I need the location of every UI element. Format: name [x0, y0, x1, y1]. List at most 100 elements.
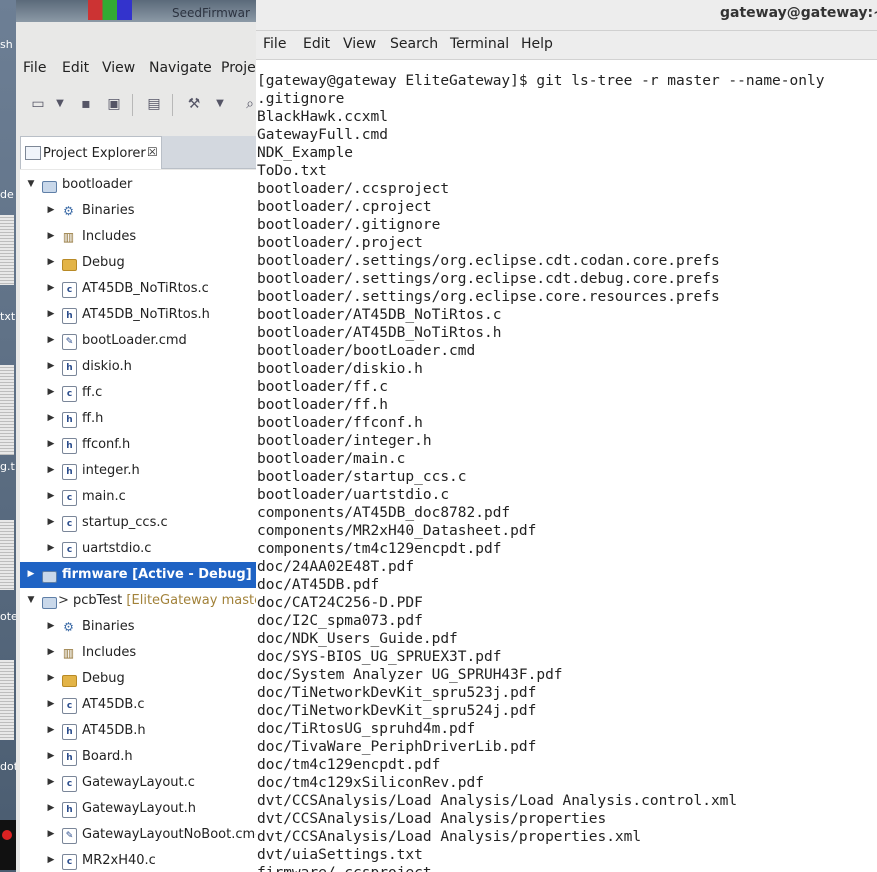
tree-item[interactable]: ▶ c uartstdio.c	[20, 536, 256, 562]
terminal-output-line: dvt/CCSAnalysis/Load Analysis/Load Analy…	[257, 793, 738, 809]
git-project-icon	[42, 597, 57, 609]
tree-item[interactable]: ▶ h AT45DB_NoTiRtos.h	[20, 302, 256, 328]
tree-item-label: Board.h	[82, 749, 133, 764]
menu-view[interactable]: View	[102, 60, 135, 76]
collapsed-arrow-icon[interactable]: ▶	[46, 465, 56, 475]
collapsed-arrow-icon[interactable]: ▶	[46, 621, 56, 631]
expanded-arrow-icon[interactable]: ▼	[26, 595, 36, 605]
tree-item[interactable]: ▶ Debug	[20, 666, 256, 692]
desktop-app-icon[interactable]	[0, 820, 16, 870]
tree-item[interactable]: ▶ h Board.h	[20, 744, 256, 770]
tree-item[interactable]: ▶ Debug	[20, 250, 256, 276]
tree-item-name: bootLoader.cmd	[82, 333, 187, 348]
tree-item[interactable]: ▶ c AT45DB.c	[20, 692, 256, 718]
tree-item[interactable]: ▶ h integer.h	[20, 458, 256, 484]
tree-item[interactable]: ▶ h ff.h	[20, 406, 256, 432]
collapsed-arrow-icon[interactable]: ▶	[46, 673, 56, 683]
collapsed-arrow-icon[interactable]: ▶	[46, 517, 56, 527]
collapsed-arrow-icon[interactable]: ▶	[46, 829, 56, 839]
tree-item-name: AT45DB.h	[82, 723, 146, 738]
menu-navigate[interactable]: Navigate	[149, 60, 212, 76]
tree-item[interactable]: ▶ ✎ GatewayLayoutNoBoot.cmd	[20, 822, 256, 848]
collapsed-arrow-icon[interactable]: ▶	[46, 257, 56, 267]
save-all-icon[interactable]: ▣	[106, 96, 122, 112]
tree-item[interactable]: ▶ h GatewayLayout.h	[20, 796, 256, 822]
menu-file[interactable]: File	[263, 36, 286, 52]
terminal-output-line: bootloader/.settings/org.eclipse.core.re…	[257, 289, 720, 305]
collapsed-arrow-icon[interactable]: ▶	[46, 855, 56, 865]
desktop-file-thumbnail[interactable]	[0, 520, 14, 590]
h-file-icon: h	[62, 308, 77, 324]
tree-item[interactable]: ▶ c main.c	[20, 484, 256, 510]
collapsed-arrow-icon[interactable]: ▶	[46, 413, 56, 423]
tree-item[interactable]: ▶ ⚙ Binaries	[20, 198, 256, 224]
collapsed-arrow-icon[interactable]: ▶	[46, 439, 56, 449]
tree-item-label: MR2xH40.c	[82, 853, 156, 868]
terminal-output-line: doc/CAT24C256-D.PDF	[257, 595, 423, 611]
chevron-down-icon[interactable]: ▼	[212, 96, 228, 112]
tree-item-label: ff.c	[82, 385, 102, 400]
menu-edit[interactable]: Edit	[62, 60, 89, 76]
tree-item[interactable]: ▶ ▥ Includes	[20, 640, 256, 666]
tree-item[interactable]: ▼ bootloader	[20, 172, 256, 198]
menu-terminal[interactable]: Terminal	[450, 36, 509, 52]
menu-search[interactable]: Search	[390, 36, 438, 52]
collapsed-arrow-icon[interactable]: ▶	[46, 231, 56, 241]
tree-item[interactable]: ▶ c ff.c	[20, 380, 256, 406]
tab-project-explorer[interactable]: Project Explorer ☒	[20, 136, 162, 169]
tree-item[interactable]: ▶ h AT45DB.h	[20, 718, 256, 744]
tree-item[interactable]: ▶ firmware [Active - Debug]	[20, 562, 256, 588]
collapsed-arrow-icon[interactable]: ▶	[46, 725, 56, 735]
collapsed-arrow-icon[interactable]: ▶	[46, 699, 56, 709]
collapsed-arrow-icon[interactable]: ▶	[46, 283, 56, 293]
h-file-icon: h	[62, 438, 77, 454]
chevron-down-icon[interactable]: ▼	[52, 96, 68, 112]
h-file-icon: h	[62, 802, 77, 818]
tree-item[interactable]: ▶ c AT45DB_NoTiRtos.c	[20, 276, 256, 302]
search-icon[interactable]: ⌕	[242, 96, 256, 112]
tree-item[interactable]: ▶ ✎ bootLoader.cmd	[20, 328, 256, 354]
collapsed-arrow-icon[interactable]: ▶	[46, 205, 56, 215]
build-hammer-icon[interactable]: ⚒	[186, 96, 202, 112]
collapsed-arrow-icon[interactable]: ▶	[46, 751, 56, 761]
tree-item[interactable]: ▼ > pcbTest [EliteGateway maste	[20, 588, 256, 614]
menu-view[interactable]: View	[343, 36, 376, 52]
tree-item[interactable]: ▶ h ffconf.h	[20, 432, 256, 458]
menu-file[interactable]: File	[23, 60, 46, 76]
eclipse-title-bar[interactable]: SeedFirmwar	[16, 0, 256, 22]
tree-item[interactable]: ▶ c startup_ccs.c	[20, 510, 256, 536]
menu-edit[interactable]: Edit	[303, 36, 330, 52]
tree-item[interactable]: ▶ ▥ Includes	[20, 224, 256, 250]
menu-project[interactable]: Proje	[221, 60, 256, 76]
debug-view-icon[interactable]: ▤	[146, 96, 162, 112]
expanded-arrow-icon[interactable]: ▼	[26, 179, 36, 189]
desktop-file-thumbnail[interactable]	[0, 660, 14, 740]
collapsed-arrow-icon[interactable]: ▶	[46, 491, 56, 501]
tree-item-name: startup_ccs.c	[82, 515, 168, 530]
collapsed-arrow-icon[interactable]: ▶	[46, 361, 56, 371]
tree-item[interactable]: ▶ c GatewayLayout.c	[20, 770, 256, 796]
collapsed-arrow-icon[interactable]: ▶	[46, 309, 56, 319]
save-icon[interactable]: ▪	[78, 96, 94, 112]
tree-item-name: Includes	[82, 229, 137, 244]
tree-item-name: ffconf.h	[82, 437, 131, 452]
tree-item[interactable]: ▶ h diskio.h	[20, 354, 256, 380]
desktop-file-thumbnail[interactable]	[0, 215, 14, 285]
terminal-output-line: BlackHawk.ccxml	[257, 109, 388, 125]
desktop-file-thumbnail[interactable]	[0, 365, 14, 455]
terminal-output[interactable]: [gateway@gateway EliteGateway]$ git ls-t…	[257, 72, 877, 872]
collapsed-arrow-icon[interactable]: ▶	[46, 335, 56, 345]
collapsed-arrow-icon[interactable]: ▶	[46, 647, 56, 657]
close-icon[interactable]: ☒	[147, 145, 158, 159]
collapsed-arrow-icon[interactable]: ▶	[26, 569, 36, 579]
collapsed-arrow-icon[interactable]: ▶	[46, 777, 56, 787]
collapsed-arrow-icon[interactable]: ▶	[46, 387, 56, 397]
collapsed-arrow-icon[interactable]: ▶	[46, 543, 56, 553]
menu-help[interactable]: Help	[521, 36, 553, 52]
tree-item[interactable]: ▶ ⚙ Binaries	[20, 614, 256, 640]
new-icon[interactable]: ▭	[30, 96, 46, 112]
terminal-title-bar[interactable]: gateway@gateway:~/El	[256, 0, 877, 31]
tree-item[interactable]: ▶ c MR2xH40.c	[20, 848, 256, 872]
collapsed-arrow-icon[interactable]: ▶	[46, 803, 56, 813]
tree-item-label: GatewayLayout.c	[82, 775, 195, 790]
